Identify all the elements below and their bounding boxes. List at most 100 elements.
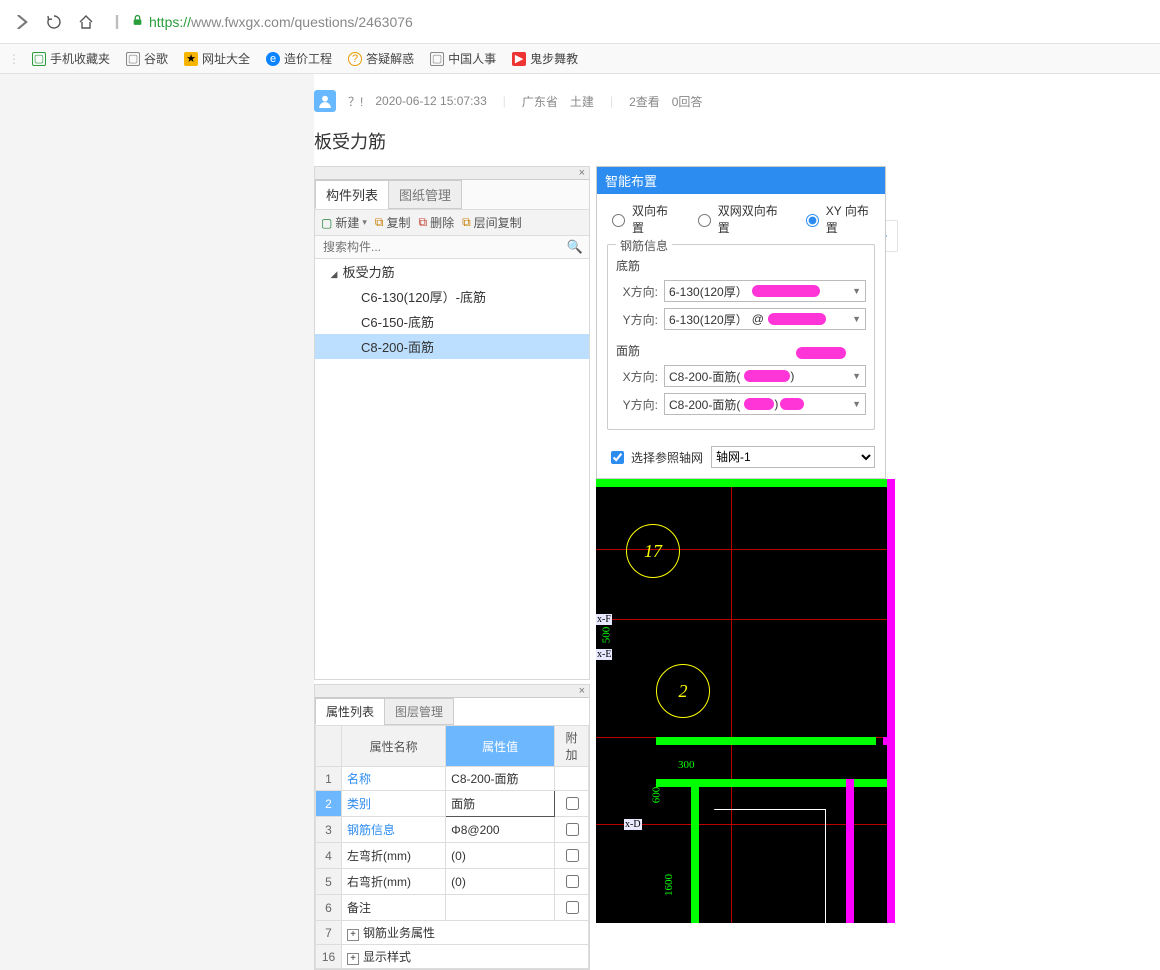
tree-item-selected[interactable]: C8-200-面筋 — [315, 334, 589, 359]
row-index[interactable]: 6 — [316, 895, 342, 921]
dimension: 1600 — [663, 874, 675, 896]
col-extra: 附加 — [555, 726, 589, 767]
bookmark-label: 手机收藏夹 — [50, 50, 110, 67]
attr-extra[interactable] — [555, 817, 589, 843]
bookmark-item-5[interactable]: ▢中国人事 — [424, 48, 502, 69]
bookmark-item-6[interactable]: ▶ 鬼步舞教 — [506, 48, 584, 69]
play-icon: ▶ — [512, 52, 526, 66]
chevron-down-icon[interactable]: ▼ — [852, 314, 861, 324]
axis-tag: x-F — [596, 614, 612, 625]
attr-value[interactable]: C8-200-面筋 — [446, 767, 555, 791]
bookmark-item-0[interactable]: ▢ 手机收藏夹 — [26, 48, 116, 69]
bookmark-item-1[interactable]: ▢谷歌 — [120, 48, 174, 69]
attr-name[interactable]: 钢筋信息 — [342, 817, 446, 843]
bookmark-label: 中国人事 — [448, 50, 496, 67]
row-index[interactable]: 2 — [316, 791, 342, 817]
delete-icon: ⧉ — [418, 215, 427, 230]
col-value: 属性值 — [446, 726, 555, 767]
top-y-combo[interactable]: C8-200-面筋()▼ — [664, 393, 866, 415]
bookmark-item-2[interactable]: ★网址大全 — [178, 48, 256, 69]
url-rest: www.fwxgx.com/questions/2463076 — [191, 14, 413, 30]
cad-canvas[interactable]: 17 2 x-F x-E x-D 500 300 600 1600 — [596, 479, 895, 923]
new-button[interactable]: ▢新建▾ — [321, 214, 367, 231]
row-index[interactable]: 3 — [316, 817, 342, 843]
page-icon: ▢ — [126, 52, 140, 66]
address-bar[interactable]: https://www.fwxgx.com/questions/2463076 — [102, 6, 1154, 38]
bottom-x-combo[interactable]: 6-130(120厚）▼ — [664, 280, 866, 302]
copy-button[interactable]: ⧉复制 — [375, 214, 411, 231]
chevron-down-icon[interactable]: ◢ — [329, 269, 339, 280]
post-category: 土建 — [570, 93, 594, 110]
tab-properties[interactable]: 属性列表 — [315, 698, 385, 725]
chevron-down-icon[interactable]: ▼ — [852, 286, 861, 296]
content-area: ？! 2020-06-12 15:07:33 | 广东省 土建 | 2查看 0回… — [314, 74, 1160, 970]
attr-value[interactable]: (0) — [446, 843, 555, 869]
row-index[interactable]: 16 — [316, 945, 342, 969]
level-copy-button[interactable]: ⧉层间复制 — [462, 214, 522, 231]
section-bottom-label: 底筋 — [616, 257, 866, 274]
attr-name[interactable]: 类别 — [342, 791, 446, 817]
attr-extra[interactable] — [555, 869, 589, 895]
axis-tag: x-D — [624, 819, 642, 830]
level-copy-icon: ⧉ — [462, 215, 471, 230]
reload-icon[interactable] — [38, 6, 70, 38]
close-icon[interactable]: × — [575, 167, 589, 179]
question-icon: ? — [348, 52, 362, 66]
attr-value[interactable]: 面筋 — [446, 791, 555, 817]
row-index[interactable]: 4 — [316, 843, 342, 869]
chevron-down-icon[interactable]: ▼ — [852, 371, 861, 381]
row-index[interactable]: 5 — [316, 869, 342, 895]
bookmark-label: 造价工程 — [284, 50, 332, 67]
tree-item[interactable]: C6-130(120厚）-底筋 — [315, 284, 589, 309]
attr-name[interactable]: 名称 — [342, 767, 446, 791]
polyline — [696, 809, 826, 923]
attr-value[interactable]: Φ8@200 — [446, 817, 555, 843]
radio-xy[interactable]: XY 向布置 — [801, 202, 875, 236]
close-icon[interactable]: × — [575, 685, 589, 697]
bottom-y-combo[interactable]: 6-130(120厚）@▼ — [664, 308, 866, 330]
ref-grid-select[interactable]: 轴网-1 — [711, 446, 875, 468]
label-x: X方向: — [616, 283, 658, 300]
expand-icon[interactable]: + — [347, 929, 359, 941]
bookmark-split-icon[interactable] — [108, 6, 126, 38]
component-tree[interactable]: ◢ 板受力筋 C6-130(120厚）-底筋 C6-150-底筋 C8-200-… — [315, 259, 589, 679]
panel-title: 智能布置 — [597, 167, 885, 194]
fieldset-legend: 钢筋信息 — [616, 237, 672, 254]
forward-icon[interactable] — [6, 6, 38, 38]
attr-extra[interactable] — [555, 895, 589, 921]
ref-grid-checkbox[interactable]: 选择参照轴网 — [607, 448, 703, 467]
bookmark-item-4[interactable]: ?答疑解惑 — [342, 48, 420, 69]
dimension: 500 — [600, 627, 612, 644]
tab-component-list[interactable]: 构件列表 — [315, 180, 389, 209]
attr-extra[interactable] — [555, 791, 589, 817]
globe-icon: e — [266, 52, 280, 66]
post-answers: 0回答 — [672, 93, 703, 110]
search-input[interactable] — [321, 239, 567, 255]
tab-layer-manage[interactable]: 图层管理 — [384, 698, 454, 725]
attr-value[interactable] — [446, 895, 555, 921]
row-index[interactable]: 1 — [316, 767, 342, 791]
tree-root-label: 板受力筋 — [343, 265, 395, 280]
dimension: 300 — [678, 759, 695, 771]
bookmark-label: 鬼步舞教 — [530, 50, 578, 67]
home-icon[interactable] — [70, 6, 102, 38]
top-x-combo[interactable]: C8-200-面筋()▼ — [664, 365, 866, 387]
attr-extra[interactable] — [555, 767, 589, 791]
attr-extra[interactable] — [555, 843, 589, 869]
phone-icon: ▢ — [32, 52, 46, 66]
tree-item[interactable]: C6-150-底筋 — [315, 309, 589, 334]
bookmark-separator: ⋮ — [6, 52, 22, 66]
avatar — [314, 90, 336, 112]
tab-drawing-manage[interactable]: 图纸管理 — [388, 180, 462, 209]
search-icon[interactable]: 🔍 — [567, 239, 583, 255]
attr-value[interactable]: (0) — [446, 869, 555, 895]
bookmark-item-3[interactable]: e 造价工程 — [260, 48, 338, 69]
delete-button[interactable]: ⧉删除 — [418, 214, 454, 231]
expand-icon[interactable]: + — [347, 953, 359, 965]
radio-bidirectional[interactable]: 双向布置 — [607, 202, 675, 236]
strike-icon — [752, 285, 820, 297]
radio-double-net[interactable]: 双网双向布置 — [693, 202, 783, 236]
chevron-down-icon[interactable]: ▼ — [852, 399, 861, 409]
attr-name: +显示样式 — [342, 945, 589, 969]
row-index[interactable]: 7 — [316, 921, 342, 945]
